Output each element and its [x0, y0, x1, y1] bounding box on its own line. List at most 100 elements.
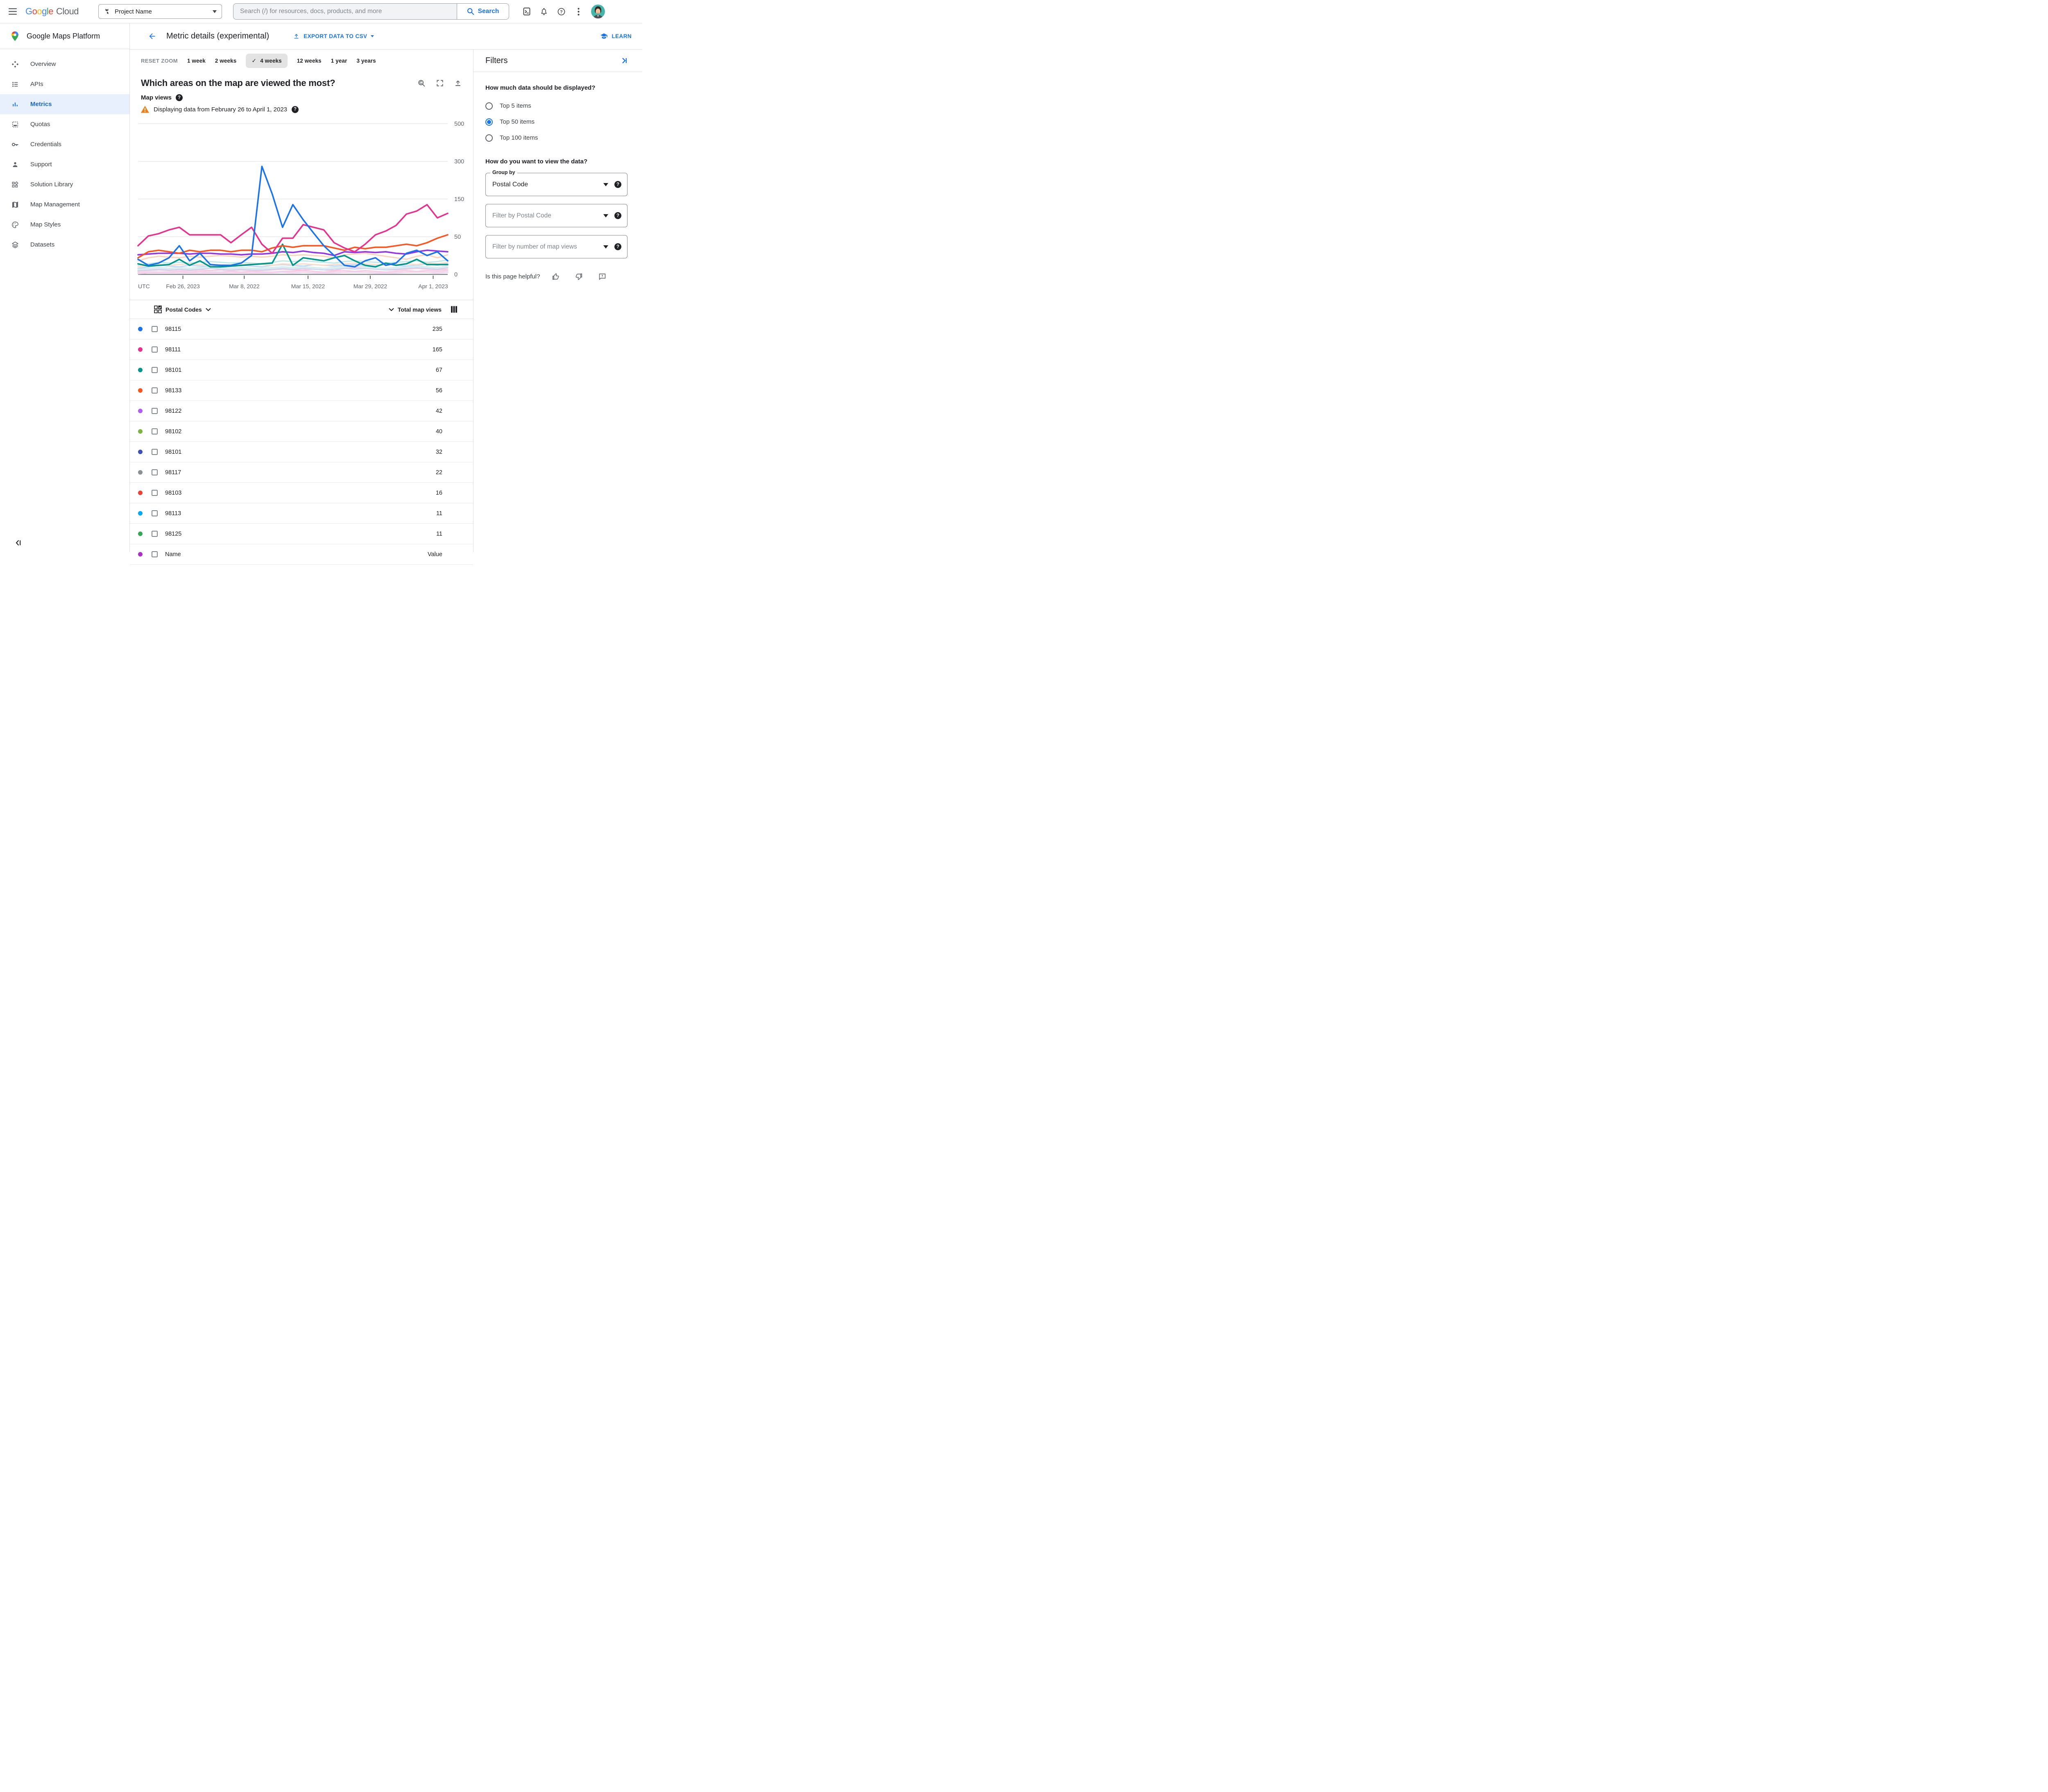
overview-icon: [11, 60, 19, 68]
sidebar-item-apis[interactable]: APIs: [0, 74, 129, 94]
sidebar-item-label: Credentials: [30, 141, 61, 148]
collapse-panel-icon[interactable]: [621, 57, 628, 64]
cloud-shell-icon[interactable]: [518, 3, 535, 20]
back-arrow-icon[interactable]: [148, 32, 156, 41]
sidebar-item-map-styles[interactable]: Map Styles: [0, 215, 129, 235]
chart-canvas[interactable]: 0 50 150 300 500 Feb 26, 2023 Mar 8, 2022 Mar 1…: [137, 117, 465, 298]
table-row[interactable]: 98133 56: [130, 380, 473, 401]
row-checkbox[interactable]: [152, 449, 158, 455]
table-row[interactable]: 98113 11: [130, 503, 473, 524]
sidebar-item-solution-library[interactable]: Solution Library: [0, 174, 129, 195]
columns-icon[interactable]: [451, 306, 458, 313]
help-circle-icon[interactable]: ?: [614, 181, 621, 188]
radio-top-100-items[interactable]: Top 100 items: [485, 130, 628, 146]
table-row[interactable]: 98122 42: [130, 401, 473, 421]
sidebar-item-label: Solution Library: [30, 181, 73, 188]
help-icon[interactable]: ?: [553, 3, 570, 20]
row-checkbox[interactable]: [152, 367, 158, 373]
global-search: Search: [233, 3, 509, 20]
svg-text:300: 300: [454, 158, 464, 165]
row-checkbox[interactable]: [152, 326, 158, 332]
table-row[interactable]: 98115 235: [130, 319, 473, 339]
table-row[interactable]: 98102 40: [130, 421, 473, 442]
legend-dot: [138, 327, 143, 331]
radio-top-5-items[interactable]: Top 5 items: [485, 98, 628, 114]
datasets-icon: [11, 241, 19, 249]
main-content: RESET ZOOM 1 week 2 weeks ✓ 4 weeks 12 weeks…: [130, 50, 473, 565]
row-checkbox[interactable]: [152, 408, 158, 414]
row-checkbox[interactable]: [152, 346, 158, 353]
row-checkbox[interactable]: [152, 490, 158, 496]
postal-code-filter-select[interactable]: Filter by Postal Code ?: [485, 204, 628, 227]
map-views-value: 42: [435, 407, 442, 414]
product-header: Google Maps Platform: [0, 23, 129, 49]
thumb-up-icon[interactable]: [551, 272, 560, 281]
sidebar-item-overview[interactable]: Overview: [0, 54, 129, 74]
help-circle-icon[interactable]: ?: [292, 106, 299, 113]
sidebar-item-credentials[interactable]: Credentials: [0, 134, 129, 154]
fullscreen-icon[interactable]: [436, 79, 444, 88]
table-row[interactable]: 98111 165: [130, 339, 473, 360]
credentials-icon: [11, 140, 19, 149]
time-range-2-weeks[interactable]: 2 weeks: [215, 58, 237, 64]
map-styles-icon: [11, 221, 19, 229]
map-views-value: 56: [435, 387, 442, 394]
thumb-down-icon[interactable]: [575, 272, 583, 281]
help-circle-icon[interactable]: ?: [614, 243, 621, 250]
google-cloud-logo[interactable]: Google Cloud: [25, 6, 79, 17]
legend-dot: [138, 532, 143, 536]
graduation-cap-icon: [600, 33, 607, 39]
row-checkbox[interactable]: [152, 531, 158, 537]
sidebar-item-label: Overview: [30, 61, 56, 68]
views-filter-placeholder: Filter by number of map views: [492, 243, 577, 250]
zoom-reset-icon[interactable]: [417, 79, 426, 88]
chevron-down-icon: [205, 308, 211, 311]
export-csv-button[interactable]: EXPORT DATA TO CSV: [293, 33, 374, 40]
row-checkbox[interactable]: [152, 551, 158, 557]
avatar[interactable]: [591, 5, 605, 18]
row-checkbox[interactable]: [152, 510, 158, 516]
upload-icon[interactable]: [454, 79, 462, 88]
time-range-4-weeks[interactable]: ✓ 4 weeks: [246, 54, 288, 68]
table-row[interactable]: 98103 16: [130, 483, 473, 503]
map-views-filter-select[interactable]: Filter by number of map views ?: [485, 235, 628, 258]
collapse-sidebar-icon[interactable]: [15, 539, 22, 546]
learn-link[interactable]: LEARN: [600, 32, 632, 41]
radio-top-50-items[interactable]: Top 50 items: [485, 114, 628, 130]
sidebar-item-support[interactable]: Support: [0, 154, 129, 174]
reset-zoom-button[interactable]: RESET ZOOM: [141, 58, 178, 64]
time-range-3-years[interactable]: 3 years: [356, 58, 376, 64]
search-button[interactable]: Search: [457, 3, 509, 20]
table-row[interactable]: 98117 22: [130, 462, 473, 483]
sidebar-item-metrics[interactable]: Metrics: [0, 94, 129, 114]
sidebar-item-quotas[interactable]: Quotas: [0, 114, 129, 134]
table-row[interactable]: 98125 11: [130, 524, 473, 544]
row-checkbox[interactable]: [152, 469, 158, 475]
help-circle-icon[interactable]: ?: [176, 94, 183, 101]
sidebar-item-datasets[interactable]: Datasets: [0, 235, 129, 255]
postal-code: Name: [165, 551, 181, 558]
time-range-12-weeks[interactable]: 12 weeks: [297, 58, 322, 64]
map-views-value: 11: [436, 530, 442, 537]
group-by-select[interactable]: Group by Postal Code ?: [485, 170, 628, 196]
row-checkbox[interactable]: [152, 387, 158, 394]
sidebar-item-map-management[interactable]: Map Management: [0, 195, 129, 215]
hamburger-menu-icon[interactable]: [0, 0, 25, 23]
maps-pin-icon: [9, 31, 20, 42]
table-row[interactable]: 98101 32: [130, 442, 473, 462]
display-amount-question: How much data should be displayed?: [485, 84, 596, 91]
table-row[interactable]: 98101 67: [130, 360, 473, 380]
help-circle-icon[interactable]: ?: [614, 212, 621, 219]
time-range-1-week[interactable]: 1 week: [187, 58, 206, 64]
project-selector[interactable]: Project Name: [98, 4, 222, 19]
time-range-1-year[interactable]: 1 year: [331, 58, 347, 64]
notifications-bell-icon[interactable]: [535, 3, 553, 20]
group-column-header[interactable]: Postal Codes: [154, 305, 211, 313]
feedback-icon[interactable]: [598, 272, 607, 281]
row-checkbox[interactable]: [152, 428, 158, 434]
map-views-value: 40: [435, 428, 442, 435]
more-vert-icon[interactable]: [570, 3, 587, 20]
search-input[interactable]: [233, 3, 457, 20]
table-row[interactable]: Name Value: [130, 544, 473, 565]
value-column-header[interactable]: Total map views: [389, 306, 442, 313]
